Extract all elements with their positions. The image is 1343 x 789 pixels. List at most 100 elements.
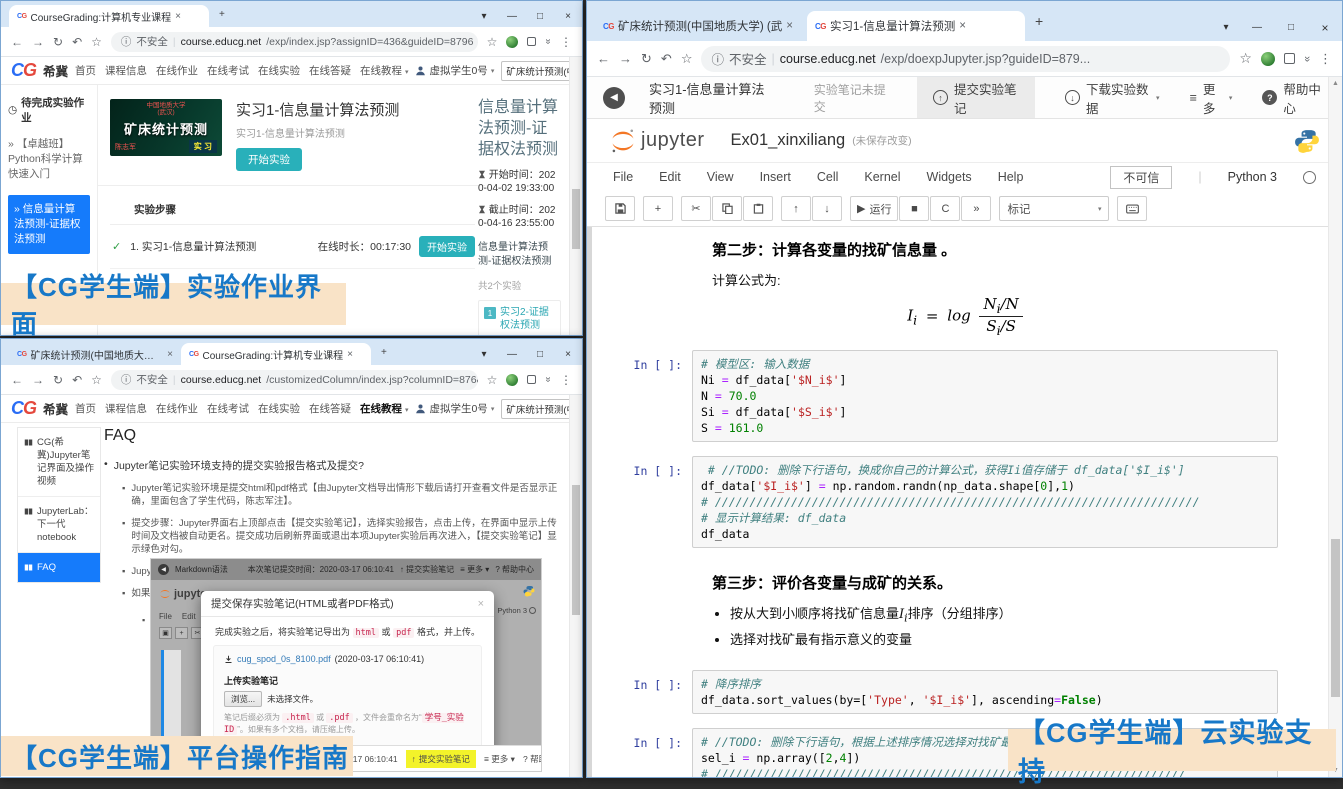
- url-field[interactable]: ⓘ 不安全 | course.educg.net/customizedColum…: [111, 370, 478, 390]
- nav-course-info[interactable]: 课程信息: [105, 63, 147, 78]
- menu-kebab-icon[interactable]: ⋮: [1319, 51, 1332, 67]
- tab-kuangchuang[interactable]: CG 矿床统计预测(中国地质大学) (武 ×: [595, 11, 807, 41]
- markdown-cell-step3[interactable]: 第三步：评价各变量与成矿的关系。 按从大到小顺序将找矿信息量Ii排序（分组排序）…: [712, 572, 1328, 650]
- move-cell-down-button[interactable]: ↓: [812, 196, 842, 221]
- download-data-button[interactable]: ↓ 下载实验数据 ▾: [1065, 79, 1160, 117]
- menu-kernel[interactable]: Kernel: [864, 170, 900, 184]
- tab-coursegrading[interactable]: CG CourseGrading:计算机专业课程 ×: [181, 343, 371, 365]
- scrollbar-thumb[interactable]: [572, 189, 580, 249]
- minimize-button[interactable]: —: [1240, 15, 1274, 41]
- browse-button[interactable]: 浏览...: [224, 691, 262, 707]
- close-button[interactable]: ×: [554, 345, 582, 365]
- menu-help[interactable]: Help: [998, 170, 1024, 184]
- code-editor[interactable]: # //TODO: 删除下行语句，换成你自己的计算公式，获得Ii值存储于 df_…: [692, 456, 1278, 548]
- bookmark-star-icon[interactable]: ☆: [681, 51, 693, 67]
- scrollbar[interactable]: [569, 395, 582, 777]
- nav-home[interactable]: 首页: [75, 63, 96, 78]
- menu-edit[interactable]: Edit: [659, 170, 681, 184]
- back-icon[interactable]: ←: [11, 373, 23, 387]
- code-cell-sort[interactable]: In [ ]: # 降序排序df_data.sort_values(by=['T…: [592, 670, 1328, 714]
- url-field[interactable]: ⓘ 不安全 | course.educg.net/exp/doexpJupyte…: [701, 46, 1230, 72]
- tab-experiment-active[interactable]: CG 实习1-信息量计算法预测 ×: [807, 11, 1025, 41]
- undo-icon[interactable]: ↶: [72, 35, 82, 49]
- forward-icon[interactable]: →: [32, 35, 44, 49]
- sidebar-item-jupyter-video[interactable]: CG(希冀)Jupyter笔记界面及操作视频: [18, 428, 100, 497]
- restart-kernel-button[interactable]: C: [930, 196, 960, 221]
- sidebar-item-faq[interactable]: FAQ: [18, 553, 100, 582]
- undo-icon[interactable]: ↶: [72, 373, 82, 387]
- menu-kebab-icon[interactable]: ⋮: [560, 373, 572, 387]
- scrollbar[interactable]: ▲ ▼: [1328, 77, 1342, 777]
- back-icon[interactable]: ←: [597, 51, 610, 66]
- move-cell-up-button[interactable]: ↑: [781, 196, 811, 221]
- tab-list-chevron-icon[interactable]: ▾: [470, 345, 498, 365]
- minimize-button[interactable]: —: [498, 345, 526, 365]
- add-cell-button[interactable]: +: [643, 196, 673, 221]
- maximize-button[interactable]: □: [526, 345, 554, 365]
- paste-cell-button[interactable]: [743, 196, 773, 221]
- code-editor[interactable]: # 降序排序df_data.sort_values(by=['Type', '$…: [692, 670, 1278, 714]
- url-field[interactable]: ⓘ 不安全 | course.educg.net/exp/index.jsp?a…: [111, 32, 478, 52]
- tab-close-icon[interactable]: ×: [167, 349, 173, 360]
- reload-icon[interactable]: ↻: [53, 373, 63, 387]
- new-tab-button[interactable]: +: [1025, 13, 1053, 29]
- download-manager-icon[interactable]: [506, 374, 518, 386]
- nav-tutorial[interactable]: 在线教程 ▾: [360, 63, 408, 78]
- new-tab-button[interactable]: +: [371, 347, 397, 358]
- command-palette-button[interactable]: [1117, 196, 1147, 221]
- help-center-button[interactable]: ? 帮助中心: [1262, 79, 1326, 117]
- reload-icon[interactable]: ↻: [641, 51, 652, 67]
- interrupt-kernel-button[interactable]: ■: [899, 196, 929, 221]
- close-icon[interactable]: ×: [478, 598, 484, 610]
- tab-close-icon[interactable]: ×: [959, 20, 966, 32]
- extensions-chevron-icon[interactable]: »: [543, 39, 554, 45]
- code-cell-todo-formula[interactable]: In [ ]: # //TODO: 删除下行语句，换成你自己的计算公式，获得Ii…: [592, 456, 1328, 548]
- start-experiment-button[interactable]: 开始实验: [236, 148, 302, 171]
- menu-view[interactable]: View: [707, 170, 734, 184]
- notebook-filename[interactable]: Ex01_xinxiliang: [731, 131, 846, 150]
- nav-course-info[interactable]: 课程信息: [105, 401, 147, 416]
- close-button[interactable]: ×: [1308, 15, 1342, 41]
- maximize-button[interactable]: □: [526, 7, 554, 27]
- nav-qa[interactable]: 在线答疑: [309, 63, 351, 78]
- maximize-button[interactable]: □: [1274, 15, 1308, 41]
- menu-file[interactable]: File: [613, 170, 633, 184]
- cell-type-select[interactable]: 标记 ▾: [999, 196, 1109, 221]
- markdown-cell-step2[interactable]: 第二步：计算各变量的找矿信息量 。 计算公式为: Ii = log Ni/N S…: [712, 239, 1328, 338]
- code-cell-input-data[interactable]: In [ ]: # 模型区: 输入数据Ni = df_data['$N_i$']…: [592, 350, 1328, 442]
- nav-lab[interactable]: 在线实验: [258, 63, 300, 78]
- star-icon[interactable]: ☆: [1239, 50, 1252, 67]
- sidebar-item-python-course[interactable]: » 【卓越班】Python科学计算快速入门: [8, 137, 90, 182]
- tab-coursegrading[interactable]: CG CourseGrading:计算机专业课程 ×: [9, 5, 209, 27]
- tab-close-icon[interactable]: ×: [786, 20, 793, 32]
- nav-exam[interactable]: 在线考试: [207, 401, 249, 416]
- extensions-chevron-icon[interactable]: »: [543, 377, 554, 383]
- new-tab-button[interactable]: +: [209, 9, 235, 20]
- restart-run-all-button[interactable]: »: [961, 196, 991, 221]
- nav-exam[interactable]: 在线考试: [207, 63, 249, 78]
- start-experiment-row-button[interactable]: 开始实验: [419, 236, 475, 257]
- user-menu[interactable]: 虚拟学生0号▾: [415, 401, 494, 416]
- reload-icon[interactable]: ↻: [53, 35, 63, 49]
- menu-widgets[interactable]: Widgets: [927, 170, 972, 184]
- tab-kuangchuang[interactable]: CG 矿床统计预测(中国地质大学) (武 ×: [9, 343, 181, 365]
- minimize-button[interactable]: —: [498, 7, 526, 27]
- nav-homework[interactable]: 在线作业: [156, 63, 198, 78]
- copy-cell-button[interactable]: [712, 196, 742, 221]
- forward-icon[interactable]: →: [619, 51, 632, 66]
- scrollbar-thumb[interactable]: [1331, 539, 1340, 697]
- info-icon[interactable]: ⓘ: [711, 49, 724, 68]
- tab-close-icon[interactable]: ×: [347, 349, 353, 360]
- sidebar-item-jupyterlab[interactable]: JupyterLab：下一代notebook: [18, 497, 100, 553]
- save-button[interactable]: [605, 196, 635, 221]
- tab-close-icon[interactable]: ×: [175, 11, 181, 22]
- download-manager-icon[interactable]: [506, 36, 518, 48]
- more-button[interactable]: ≡ 更多 ▾: [1190, 79, 1233, 117]
- nav-home[interactable]: 首页: [75, 401, 96, 416]
- code-editor[interactable]: # 模型区: 输入数据Ni = df_data['$N_i$']N = 70.0…: [692, 350, 1278, 442]
- scroll-up-icon[interactable]: ▲: [1329, 80, 1342, 87]
- cut-cell-button[interactable]: ✂: [681, 196, 711, 221]
- close-button[interactable]: ×: [554, 7, 582, 27]
- run-cell-button[interactable]: ▶运行: [850, 196, 898, 221]
- nav-tutorial-active[interactable]: 在线教程 ▾: [360, 401, 408, 416]
